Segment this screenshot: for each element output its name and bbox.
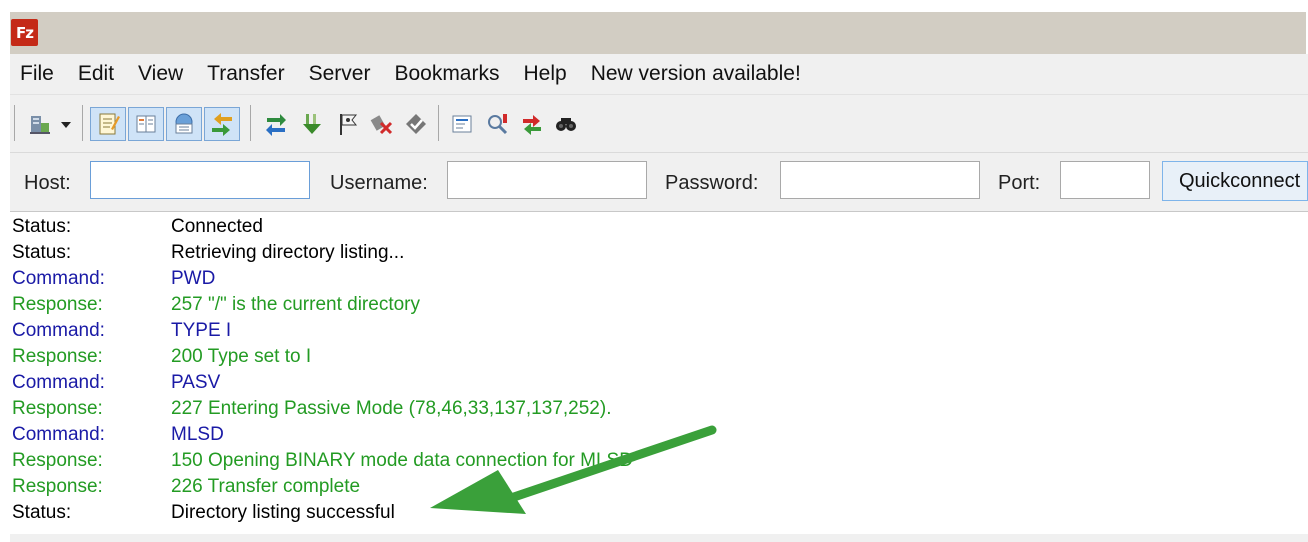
log-row: Response: 226 Transfer complete — [10, 474, 1308, 500]
reconnect-icon[interactable] — [400, 107, 432, 141]
toolbar-separator — [250, 105, 251, 141]
log-type: Response: — [12, 450, 103, 471]
log-type: Command: — [12, 372, 105, 393]
log-type: Command: — [12, 320, 105, 341]
dropdown-arrow-icon[interactable] — [56, 107, 76, 141]
log-message: TYPE I — [171, 320, 232, 341]
quickconnect-button[interactable]: Quickconnect — [1162, 161, 1308, 201]
username-input[interactable] — [447, 161, 647, 199]
log-row: Status: Connected — [10, 214, 1308, 240]
process-queue-icon[interactable] — [296, 107, 328, 141]
log-row: Command: PASV — [10, 370, 1308, 396]
menu-view[interactable]: View — [128, 62, 197, 86]
log-row: Response: 227 Entering Passive Mode (78,4… — [10, 396, 1308, 422]
password-label: Password: — [665, 172, 759, 194]
directory-listing-filter-icon[interactable] — [446, 107, 478, 141]
log-row: Command: PWD — [10, 266, 1308, 292]
log-row: Response: 257 "/" is the current director… — [10, 292, 1308, 318]
log-type: Command: — [12, 268, 105, 289]
directory-tree-icon[interactable] — [128, 107, 164, 141]
log-message: 200 Type set to I — [171, 346, 312, 367]
toolbar-separator — [438, 105, 439, 141]
toolbar-separator — [14, 105, 15, 141]
disconnect-icon[interactable] — [366, 107, 398, 141]
menu-bar: File Edit View Transfer Server Bookmarks… — [10, 54, 1308, 94]
menu-edit[interactable]: Edit — [68, 62, 128, 86]
site-manager-icon[interactable] — [24, 107, 56, 141]
log-row: Status: Retrieving directory listing... — [10, 240, 1308, 266]
refresh-icon[interactable] — [260, 107, 292, 141]
menu-new-version[interactable]: New version available! — [581, 62, 815, 86]
log-type: Response: — [12, 294, 103, 315]
log-message: Connected — [171, 216, 263, 237]
log-row: Status: Directory listing successful — [10, 500, 1308, 526]
toolbar — [10, 94, 1308, 153]
log-message: 150 Opening BINARY mode data connection … — [171, 450, 633, 471]
log-type: Status: — [12, 242, 72, 263]
compare-dirs-icon[interactable] — [516, 107, 548, 141]
menu-bookmarks[interactable]: Bookmarks — [384, 62, 513, 86]
toggle-sync-browse-icon[interactable] — [482, 107, 514, 141]
log-message: Retrieving directory listing... — [171, 242, 405, 263]
filezilla-logo-icon: Fz — [11, 19, 38, 46]
username-label: Username: — [330, 172, 428, 194]
log-type: Command: — [12, 424, 105, 445]
log-type: Status: — [12, 502, 72, 523]
port-input[interactable] — [1060, 161, 1150, 199]
menu-server[interactable]: Server — [299, 62, 385, 86]
toolbar-separator — [82, 105, 83, 141]
menu-file[interactable]: File — [10, 62, 68, 86]
host-input[interactable] — [90, 161, 310, 199]
transfer-queue-icon[interactable] — [204, 107, 240, 141]
log-row: Command: TYPE I — [10, 318, 1308, 344]
log-message: 227 Entering Passive Mode (78,46,33,137,… — [171, 398, 612, 419]
menu-transfer[interactable]: Transfer — [197, 62, 298, 86]
log-message: PWD — [171, 268, 216, 289]
menu-help[interactable]: Help — [513, 62, 580, 86]
log-message: MLSD — [171, 424, 224, 445]
message-log-icon[interactable] — [90, 107, 126, 141]
port-label: Port: — [998, 172, 1041, 194]
title-bar: Fz — [10, 12, 1306, 54]
log-row: Response: 150 Opening BINARY mode data co… — [10, 448, 1308, 474]
message-log[interactable]: Status: Connected Status: Retrieving direc… — [10, 214, 1308, 534]
search-icon[interactable] — [550, 107, 582, 141]
log-type: Response: — [12, 398, 103, 419]
log-type: Response: — [12, 476, 103, 497]
status-strip — [10, 534, 1308, 542]
log-message: Directory listing successful — [171, 502, 395, 523]
remote-tree-icon[interactable] — [166, 107, 202, 141]
host-label: Host: — [24, 172, 71, 194]
log-message: PASV — [171, 372, 221, 393]
cancel-flag-icon[interactable] — [332, 107, 364, 141]
log-row: Response: 200 Type set to I — [10, 344, 1308, 370]
password-input[interactable] — [780, 161, 980, 199]
log-message: 226 Transfer complete — [171, 476, 361, 497]
log-row: Command: MLSD — [10, 422, 1308, 448]
log-type: Status: — [12, 216, 72, 237]
quickconnect-bar: Host: Username: Password: Port: Quickcon… — [10, 152, 1308, 212]
log-type: Response: — [12, 346, 103, 367]
log-message: 257 "/" is the current directory — [171, 294, 420, 315]
